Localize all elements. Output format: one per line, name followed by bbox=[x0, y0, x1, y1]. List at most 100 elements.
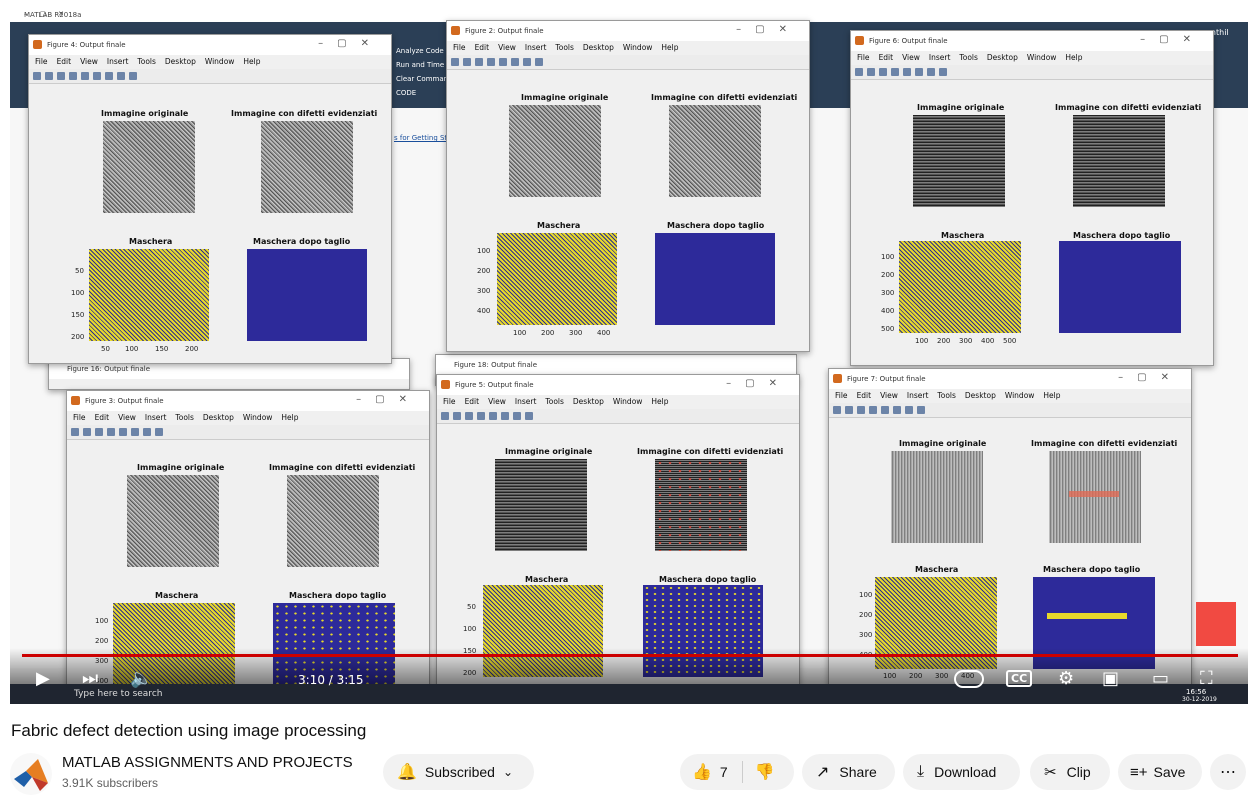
menu-desktop[interactable]: Desktop bbox=[965, 391, 996, 400]
print-icon[interactable] bbox=[107, 428, 115, 436]
menu-file[interactable]: File bbox=[73, 413, 86, 422]
zoom-out-icon[interactable] bbox=[511, 58, 519, 66]
menu-desktop[interactable]: Desktop bbox=[573, 397, 604, 406]
menu-window[interactable]: Window bbox=[623, 43, 653, 52]
menu-insert[interactable]: Insert bbox=[107, 57, 129, 66]
save-icon[interactable] bbox=[879, 68, 887, 76]
window-controls[interactable]: –▢✕ bbox=[356, 394, 421, 405]
open-icon[interactable] bbox=[83, 428, 91, 436]
menu-edit[interactable]: Edit bbox=[57, 57, 72, 66]
menu-help[interactable]: Help bbox=[281, 413, 298, 422]
rotate-icon[interactable] bbox=[525, 412, 533, 420]
menu-insert[interactable]: Insert bbox=[929, 53, 951, 62]
pan-icon[interactable] bbox=[143, 428, 151, 436]
menu-help[interactable]: Help bbox=[1043, 391, 1060, 400]
print-icon[interactable] bbox=[869, 406, 877, 414]
window-controls[interactable]: –▢✕ bbox=[1140, 34, 1205, 45]
zoom-in-icon[interactable] bbox=[903, 68, 911, 76]
menu-tools[interactable]: Tools bbox=[555, 43, 573, 52]
menu-desktop[interactable]: Desktop bbox=[165, 57, 196, 66]
zoom-in-icon[interactable] bbox=[489, 412, 497, 420]
new-icon[interactable] bbox=[441, 412, 449, 420]
channel-name[interactable]: MATLAB ASSIGNMENTS AND PROJECTS bbox=[62, 754, 353, 771]
zoom-in-icon[interactable] bbox=[119, 428, 127, 436]
share-button[interactable]: ↗ Share bbox=[802, 754, 895, 790]
like-icon[interactable]: 👍 bbox=[692, 762, 712, 782]
pan-icon[interactable] bbox=[905, 406, 913, 414]
menu-edit[interactable]: Edit bbox=[879, 53, 894, 62]
next-icon[interactable]: ⏭ bbox=[82, 668, 98, 689]
rotate-icon[interactable] bbox=[535, 58, 543, 66]
open-icon[interactable] bbox=[867, 68, 875, 76]
download-button[interactable]: ⤓ Download bbox=[903, 754, 1020, 790]
zoom-out-icon[interactable] bbox=[131, 428, 139, 436]
print-icon[interactable] bbox=[477, 412, 485, 420]
zoom-in-icon[interactable] bbox=[81, 72, 89, 80]
print-icon[interactable] bbox=[891, 68, 899, 76]
volume-icon[interactable]: 🔈 bbox=[130, 668, 152, 689]
new-icon[interactable] bbox=[451, 58, 459, 66]
figure-window-7[interactable]: Figure 7: Output finale –▢✕ File Edit View I… bbox=[828, 368, 1192, 692]
rotate-icon[interactable] bbox=[939, 68, 947, 76]
menu-edit[interactable]: Edit bbox=[95, 413, 110, 422]
menu-view[interactable]: View bbox=[488, 397, 506, 406]
save-icon[interactable] bbox=[475, 58, 483, 66]
theater-mode-icon[interactable]: ▭ bbox=[1152, 668, 1169, 689]
menu-help[interactable]: Help bbox=[1065, 53, 1082, 62]
menu-view[interactable]: View bbox=[118, 413, 136, 422]
pan-icon[interactable] bbox=[523, 58, 531, 66]
new-icon[interactable] bbox=[833, 406, 841, 414]
open-icon[interactable] bbox=[845, 406, 853, 414]
save-icon[interactable] bbox=[857, 406, 865, 414]
window-controls[interactable]: –▢✕ bbox=[736, 24, 801, 35]
figure-window-3[interactable]: Figure 3: Output finale –▢✕ File Edit View I… bbox=[66, 390, 430, 692]
menu-tools[interactable]: Tools bbox=[545, 397, 563, 406]
menu-desktop[interactable]: Desktop bbox=[203, 413, 234, 422]
window-controls[interactable]: –▢✕ bbox=[726, 378, 791, 389]
menu-file[interactable]: File bbox=[35, 57, 48, 66]
menu-insert[interactable]: Insert bbox=[145, 413, 167, 422]
figure-window-2[interactable]: Figure 2: Output finale –▢✕ File Edit View I… bbox=[446, 20, 810, 352]
save-button[interactable]: ≡+ Save bbox=[1118, 754, 1202, 790]
menu-file[interactable]: File bbox=[857, 53, 870, 62]
fullscreen-icon[interactable]: ⛶ bbox=[1200, 668, 1213, 689]
window-controls[interactable]: –▢✕ bbox=[318, 38, 383, 49]
new-icon[interactable] bbox=[71, 428, 79, 436]
rotate-icon[interactable] bbox=[917, 406, 925, 414]
menu-help[interactable]: Help bbox=[661, 43, 678, 52]
getting-started-link[interactable]: s for Getting Sta bbox=[394, 134, 451, 142]
menu-help[interactable]: Help bbox=[243, 57, 260, 66]
new-icon[interactable] bbox=[855, 68, 863, 76]
rotate-icon[interactable] bbox=[117, 72, 125, 80]
autoplay-toggle[interactable] bbox=[954, 670, 984, 688]
figure-window-4[interactable]: Figure 4: Output finale –▢✕ File Edit View I… bbox=[28, 34, 392, 364]
save-icon[interactable] bbox=[95, 428, 103, 436]
open-icon[interactable] bbox=[45, 72, 53, 80]
progress-bar[interactable] bbox=[22, 654, 1238, 657]
new-icon[interactable] bbox=[33, 72, 41, 80]
pan-icon[interactable] bbox=[513, 412, 521, 420]
rotate-icon[interactable] bbox=[155, 428, 163, 436]
menu-window[interactable]: Window bbox=[613, 397, 643, 406]
menu-view[interactable]: View bbox=[498, 43, 516, 52]
pan-icon[interactable] bbox=[927, 68, 935, 76]
menu-tools[interactable]: Tools bbox=[175, 413, 193, 422]
open-icon[interactable] bbox=[453, 412, 461, 420]
menu-window[interactable]: Window bbox=[243, 413, 273, 422]
zoom-in-icon[interactable] bbox=[881, 406, 889, 414]
video-player[interactable]: MATLAB R2018a –▢✕ Analyze Code Run and T… bbox=[10, 8, 1248, 704]
figure-window-6[interactable]: Figure 6: Output finale –▢✕ File Edit View I… bbox=[850, 30, 1214, 366]
zoom-out-icon[interactable] bbox=[501, 412, 509, 420]
open-icon[interactable] bbox=[463, 58, 471, 66]
data-cursor-icon[interactable] bbox=[129, 72, 137, 80]
menu-edit[interactable]: Edit bbox=[857, 391, 872, 400]
menu-desktop[interactable]: Desktop bbox=[583, 43, 614, 52]
cc-icon[interactable]: CC bbox=[1006, 670, 1033, 687]
zoom-out-icon[interactable] bbox=[93, 72, 101, 80]
more-actions-button[interactable]: ⋯ bbox=[1210, 754, 1246, 790]
print-icon[interactable] bbox=[487, 58, 495, 66]
print-icon[interactable] bbox=[69, 72, 77, 80]
zoom-out-icon[interactable] bbox=[915, 68, 923, 76]
menu-file[interactable]: File bbox=[453, 43, 466, 52]
menu-view[interactable]: View bbox=[902, 53, 920, 62]
